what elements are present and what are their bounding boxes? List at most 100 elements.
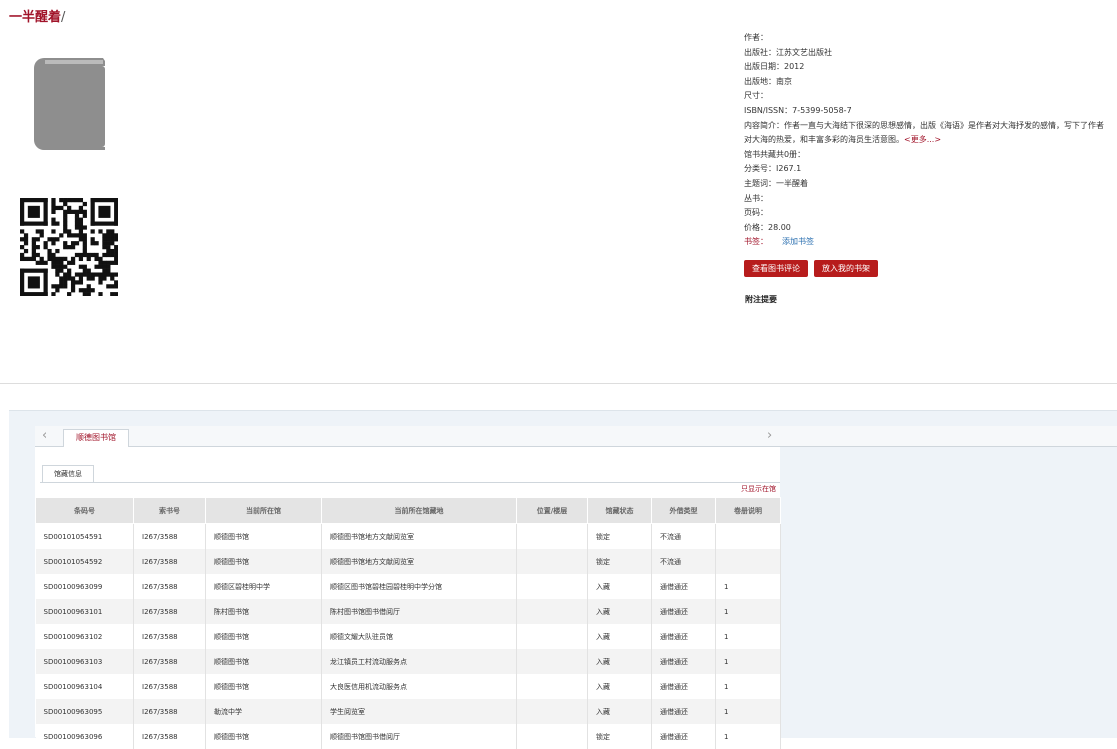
cell-library: 顺德区碧桂明中学	[205, 574, 322, 599]
cell-barcode: SD00101054591	[35, 523, 134, 549]
cell-call-number: I267/3588	[133, 549, 206, 574]
only-in-library-link[interactable]: 只显示在馆	[741, 484, 776, 494]
cell-loan-type: 通借通还	[651, 699, 716, 724]
cell-floor	[516, 523, 588, 549]
holdings-table: 条码号 索书号 当前所在馆 当前所在馆藏地 位置/楼层 馆藏状态 外借类型 卷册…	[35, 497, 781, 749]
action-buttons: 查看图书评论 放入我的书架	[744, 256, 884, 277]
col-call-number[interactable]: 索书号	[133, 497, 206, 524]
cell-call-number: I267/3588	[133, 649, 206, 674]
cell-library: 顺德图书馆	[205, 674, 322, 699]
cell-barcode: SD00100963095	[35, 699, 134, 724]
cell-volume	[715, 523, 781, 549]
col-volume[interactable]: 卷册说明	[715, 497, 781, 524]
cell-location: 陈村图书馆图书借阅厅	[321, 599, 517, 624]
cell-location: 顺德区图书馆碧桂园碧桂明中学分馆	[321, 574, 517, 599]
view-review-button[interactable]: 查看图书评论	[744, 260, 808, 277]
cell-location: 顺德文耀大队驻员馆	[321, 624, 517, 649]
cell-floor	[516, 699, 588, 724]
cell-call-number: I267/3588	[133, 624, 206, 649]
info-size: 尺寸：	[744, 91, 768, 101]
cell-location: 顺德图书馆地方文献阅览室	[321, 523, 517, 549]
info-pages: 页码：	[744, 208, 768, 218]
info-publisher: 出版社：江苏文艺出版社	[744, 47, 832, 57]
cell-call-number: I267/3588	[133, 599, 206, 624]
table-row: SD00100963104 I267/3588 顺德图书馆 大良医信用机流动服务点 入藏…	[35, 674, 781, 699]
cell-call-number: I267/3588	[133, 523, 206, 549]
cell-barcode: SD00100963102	[35, 624, 134, 649]
cell-volume: 1	[715, 649, 781, 674]
cell-floor	[516, 674, 588, 699]
note-heading: 附注提要	[745, 295, 777, 304]
cell-status: 入藏	[587, 574, 652, 599]
col-location[interactable]: 当前所在馆藏地	[321, 497, 517, 524]
cell-library: 陈村图书馆	[205, 599, 322, 624]
cell-status: 锁定	[587, 523, 652, 549]
tab-library[interactable]: 顺德图书馆	[63, 429, 129, 447]
cell-loan-type: 不流通	[651, 523, 716, 549]
info-intro-text: 对大海的热爱，和丰富多彩的海员生活意图。	[744, 135, 904, 145]
cell-barcode: SD00100963103	[35, 649, 134, 674]
info-subject: 主题词：一半醒着	[744, 178, 808, 188]
cell-volume	[715, 549, 781, 574]
col-loan-type[interactable]: 外借类型	[651, 497, 716, 524]
cell-barcode: SD00100963099	[35, 574, 134, 599]
info-author: 作者：	[744, 33, 768, 42]
col-floor[interactable]: 位置/楼层	[516, 497, 588, 524]
cell-location: 大良医信用机流动服务点	[321, 674, 517, 699]
cell-location: 学生阅览室	[321, 699, 517, 724]
table-row: SD00101054592 I267/3588 顺德图书馆 顺德图书馆地方文献阅览室 锁…	[35, 549, 781, 574]
col-barcode[interactable]: 条码号	[35, 497, 134, 524]
cell-library: 顺德图书馆	[205, 523, 322, 549]
table-row: SD00101054591 I267/3588 顺德图书馆 顺德图书馆地方文献阅览室 锁…	[35, 523, 781, 549]
info-pub-date: 出版日期：2012	[744, 62, 805, 72]
add-to-shelf-button[interactable]: 放入我的书架	[814, 260, 878, 277]
next-arrow-icon[interactable]: ›	[767, 428, 772, 443]
cell-status: 入藏	[587, 599, 652, 624]
info-price: 价格：28.00	[744, 222, 791, 232]
table-header-row: 条码号 索书号 当前所在馆 当前所在馆藏地 位置/楼层 馆藏状态 外借类型 卷册…	[35, 497, 781, 524]
cell-library: 顺德图书馆	[205, 649, 322, 674]
info-isbn: ISBN/ISSN：7-5399-5058-7	[744, 105, 852, 115]
cell-call-number: I267/3588	[133, 674, 206, 699]
book-title-text: 一半醒着	[9, 10, 62, 25]
prev-arrow-icon[interactable]: ‹	[42, 428, 47, 443]
info-holdings-total: 馆书共藏共0册：	[744, 149, 806, 159]
cell-location: 顺德图书馆地方文献阅览室	[321, 549, 517, 574]
cell-barcode: SD00100963104	[35, 674, 134, 699]
table-row: SD00100963102 I267/3588 顺德图书馆 顺德文耀大队驻员馆 入藏 通借…	[35, 624, 781, 649]
cell-volume: 1	[715, 574, 781, 599]
cell-volume: 1	[715, 599, 781, 624]
library-tabbar: ‹ 顺德图书馆 ›	[35, 426, 1117, 447]
cell-status: 锁定	[587, 549, 652, 574]
cell-volume: 1	[715, 674, 781, 699]
cell-loan-type: 通借通还	[651, 624, 716, 649]
cell-volume: 1	[715, 699, 781, 724]
add-tag-link[interactable]: 添加书签	[782, 237, 814, 246]
tag-label: 书签：	[744, 237, 768, 247]
cell-status: 入藏	[587, 674, 652, 699]
info-class-no: 分类号：I267.1	[744, 164, 802, 174]
qr-code-icon	[20, 198, 119, 297]
more-link[interactable]: <更多...>	[904, 135, 941, 144]
info-series: 丛书：	[744, 193, 768, 203]
table-row: SD00100963099 I267/3588 顺德区碧桂明中学 顺德区图书馆碧桂园碧…	[35, 574, 781, 599]
tab-holdings[interactable]: 馆藏信息	[42, 465, 94, 483]
cell-loan-type: 通借通还	[651, 674, 716, 699]
col-status[interactable]: 馆藏状态	[587, 497, 652, 524]
table-row: SD00100963101 I267/3588 陈村图书馆 陈村图书馆图书借阅厅 入藏通…	[35, 599, 781, 624]
cell-floor	[516, 574, 588, 599]
section-divider	[0, 383, 1117, 384]
cell-call-number: I267/3588	[133, 574, 206, 599]
info-intro-1: 内容简介：作者一直与大海结下很深的思想感情，出版《海语》是作者对大海抒发的感情，…	[744, 120, 1104, 130]
col-library[interactable]: 当前所在馆	[205, 497, 322, 524]
cell-library: 顺德图书馆	[205, 549, 322, 574]
book-title: 一半醒着/	[9, 6, 65, 25]
subtab-divider	[40, 482, 780, 483]
cell-library: 顺德图书馆	[205, 624, 322, 649]
title-slash: /	[61, 10, 66, 25]
cell-status: 入藏	[587, 649, 652, 674]
cell-floor	[516, 599, 588, 624]
info-pub-place: 出版地：南京	[744, 76, 792, 86]
cell-floor	[516, 649, 588, 674]
cell-status: 入藏	[587, 699, 652, 724]
